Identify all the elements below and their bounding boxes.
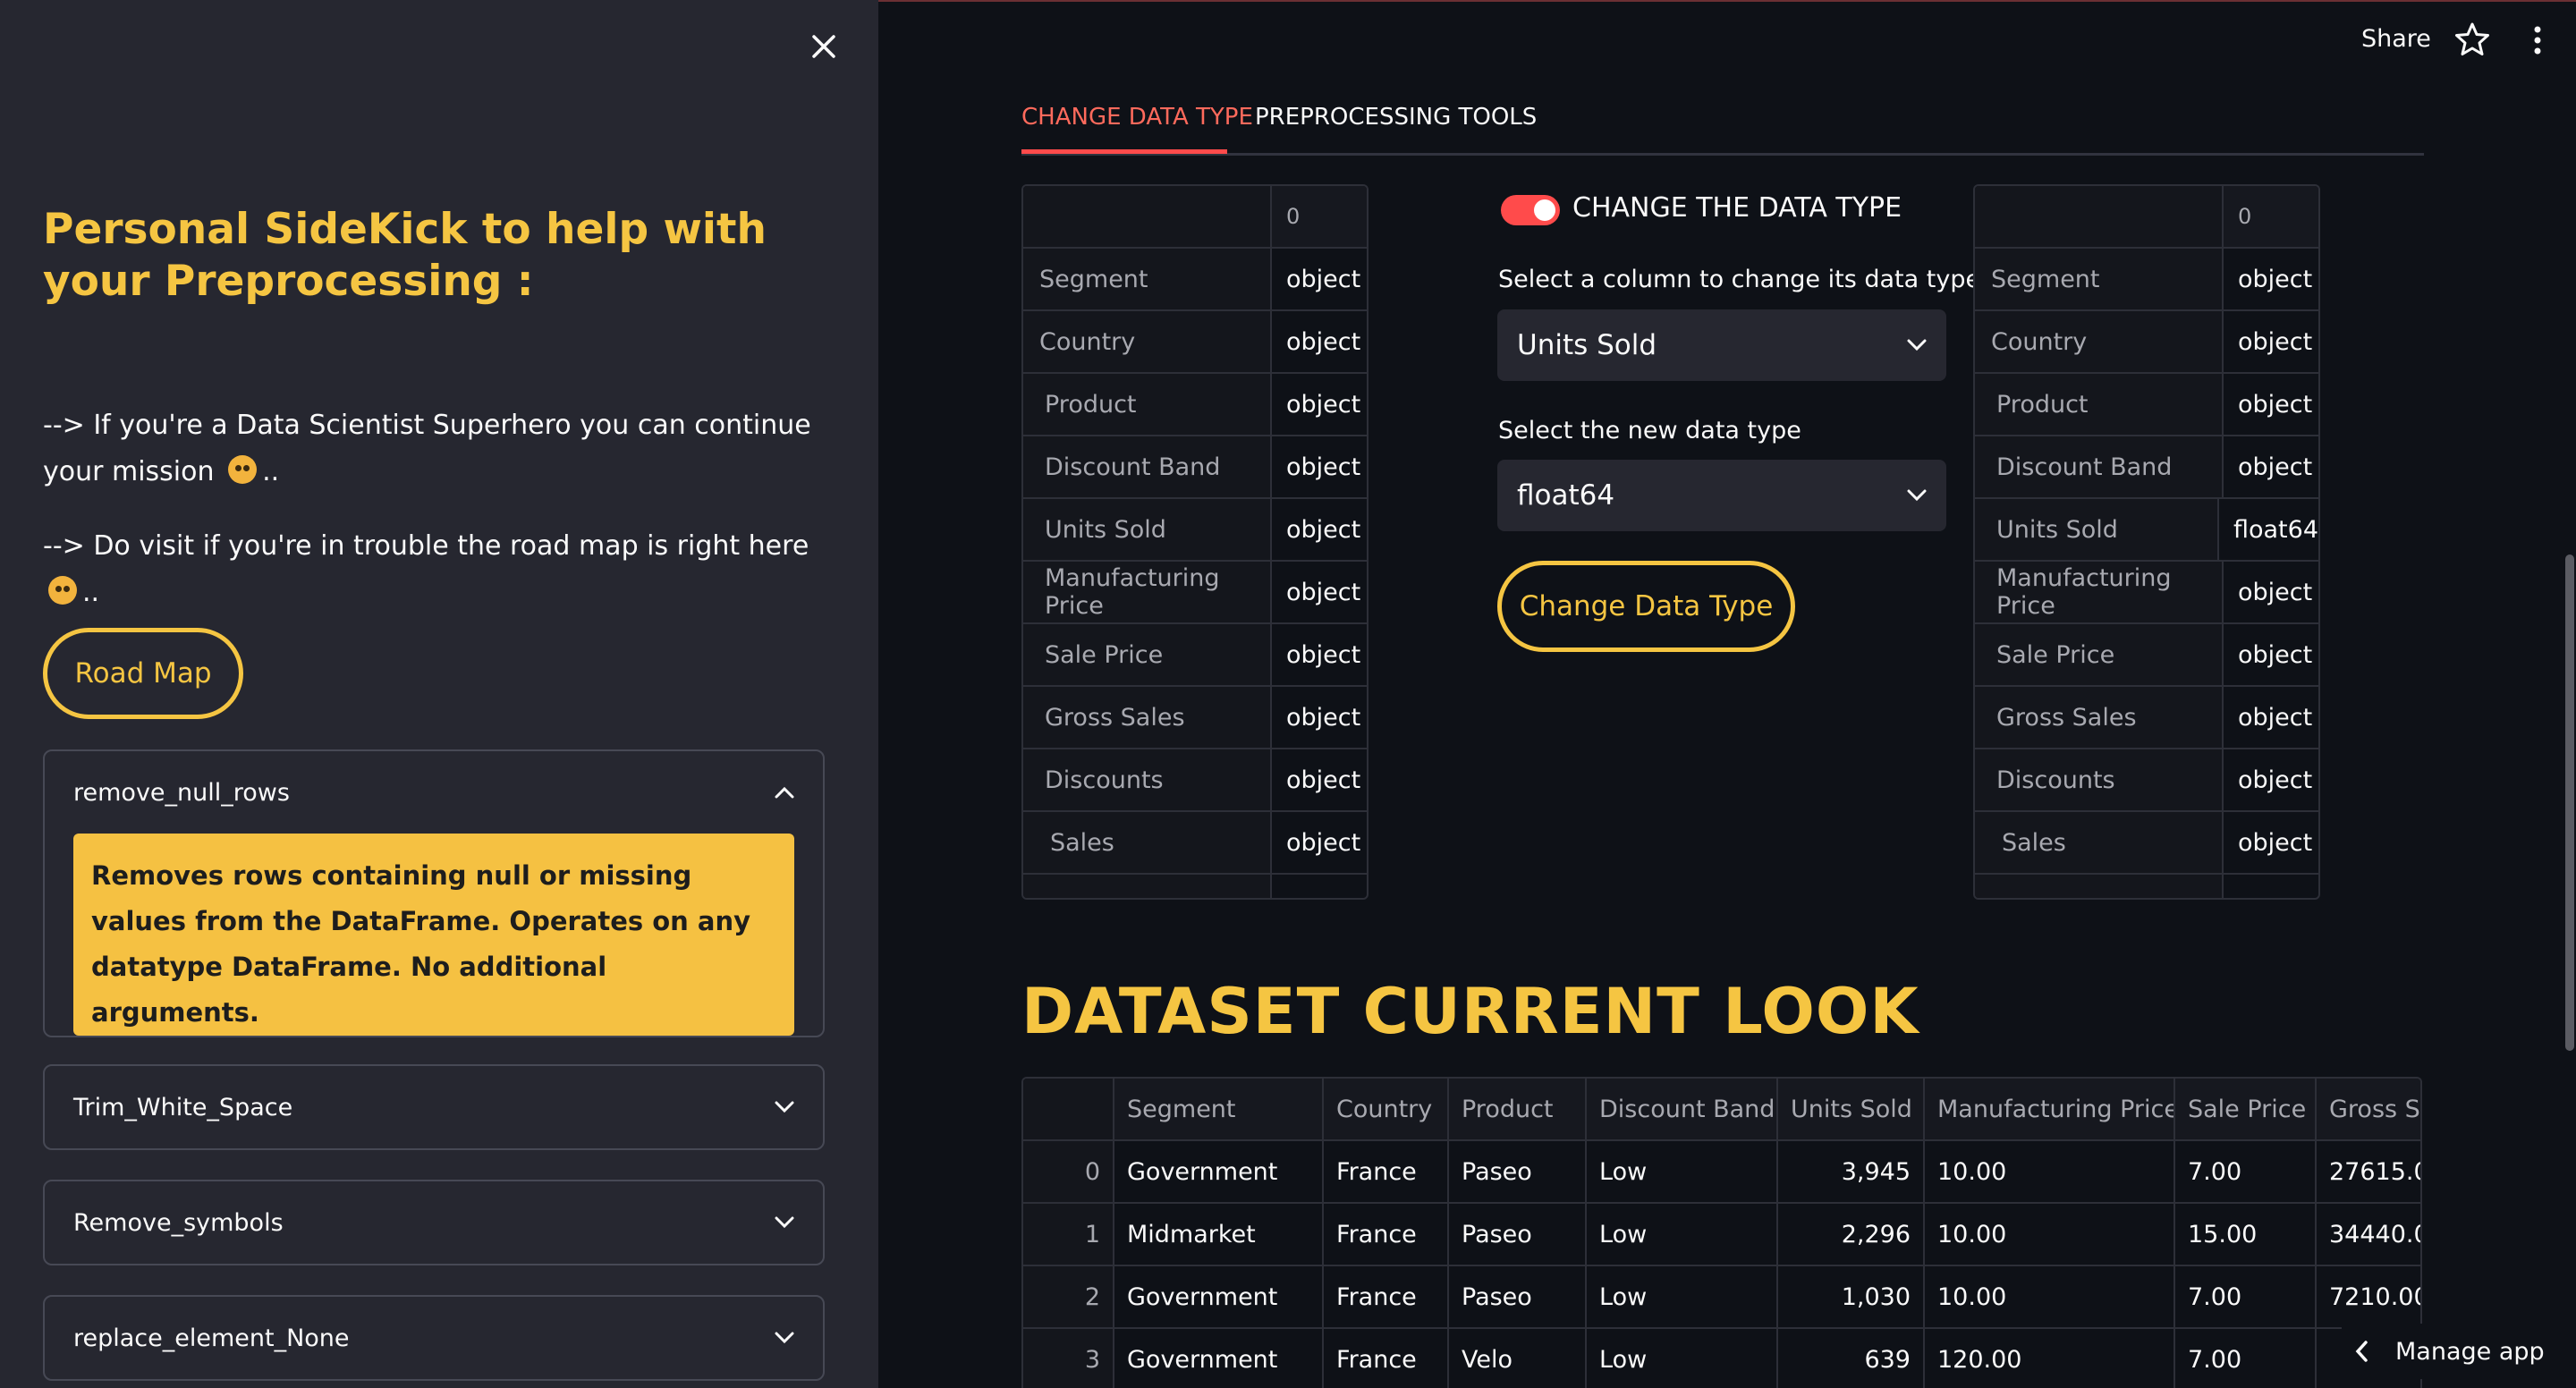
table-row: 3 Government France Velo Low 639 120.00 … xyxy=(1023,1329,2420,1388)
sidebar: Personal SideKick to help with your Prep… xyxy=(0,0,878,1388)
type-select-label: Select the new data type xyxy=(1498,417,1801,444)
expander-replace-element-none[interactable]: replace_element_None xyxy=(43,1295,825,1381)
table-row: Discount Band object xyxy=(1975,436,2318,499)
expander-label: remove_null_rows xyxy=(73,778,290,807)
table-row: Product object xyxy=(1975,374,2318,436)
column-header[interactable]: Units Sold xyxy=(1778,1079,1925,1139)
expander-header[interactable]: remove_null_rows xyxy=(45,751,823,834)
tab-change-data-type[interactable]: CHANGE DATA TYPE xyxy=(1021,104,1253,131)
star-icon[interactable] xyxy=(2454,21,2490,57)
expander-description: Removes rows containing null or missing … xyxy=(73,834,794,1036)
table-row: 1 Midmarket France Paseo Low 2,296 10.00… xyxy=(1023,1204,2420,1266)
sidebar-title: Personal SideKick to help with your Prep… xyxy=(43,205,767,306)
column-header[interactable]: Sale Price xyxy=(2175,1079,2317,1139)
column-header[interactable]: Segment xyxy=(1114,1079,1324,1139)
column-header: 0 xyxy=(2238,204,2252,229)
table-row: Country object xyxy=(1023,311,1367,374)
column-header[interactable]: Product xyxy=(1449,1079,1587,1139)
table-row: Country object xyxy=(1975,311,2318,374)
table-row: Segment object xyxy=(1975,249,2318,311)
chevron-down-icon xyxy=(775,1332,794,1344)
expander-label: Remove_symbols xyxy=(73,1208,284,1237)
expander-trim-white-space[interactable]: Trim_White_Space xyxy=(43,1064,825,1150)
table-header-row: Segment Country Product Discount Band Un… xyxy=(1023,1079,2420,1141)
table-row: Segment object xyxy=(1023,249,1367,311)
smiley-emoji-icon xyxy=(48,576,77,605)
table-row: Manufacturing Price object xyxy=(1023,562,1367,624)
table-row: Manufacturing Price object xyxy=(1975,562,2318,624)
column-header[interactable]: Manufacturing Price xyxy=(1925,1079,2175,1139)
column-select-value: Units Sold xyxy=(1517,329,1657,361)
close-sidebar-button[interactable] xyxy=(802,25,845,68)
column-select-label: Select a column to change its data type xyxy=(1498,266,1981,293)
table-row: Sale Price object xyxy=(1023,624,1367,687)
expander-label: replace_element_None xyxy=(73,1324,350,1352)
close-icon xyxy=(812,35,835,58)
table-row: Sale Price object xyxy=(1975,624,2318,687)
smiley-emoji-icon xyxy=(228,455,258,484)
road-map-button[interactable]: Road Map xyxy=(43,628,243,719)
toggle-label: CHANGE THE DATA TYPE xyxy=(1572,192,1902,224)
dataset-heading: DATASET CURRENT LOOK xyxy=(1021,975,1919,1048)
table-row xyxy=(1975,875,2318,898)
table-row: Discounts object xyxy=(1023,749,1367,812)
column-header[interactable]: Discount Band xyxy=(1587,1079,1778,1139)
table-row: Product object xyxy=(1023,374,1367,436)
table-row: Gross Sales object xyxy=(1023,687,1367,749)
manage-app-label: Manage app xyxy=(2395,1337,2545,1366)
page-scrollbar[interactable] xyxy=(2565,554,2574,1051)
expander-header[interactable]: replace_element_None xyxy=(45,1297,823,1379)
table-row: Sales object xyxy=(1023,812,1367,875)
change-data-type-button[interactable]: Change Data Type xyxy=(1497,561,1795,652)
chevron-down-icon xyxy=(1907,339,1927,351)
more-menu-icon[interactable] xyxy=(2522,25,2553,55)
chevron-left-icon xyxy=(2355,1341,2368,1362)
column-header[interactable]: Gross Sa xyxy=(2317,1079,2420,1139)
expander-header[interactable]: Trim_White_Space xyxy=(45,1066,823,1148)
table-row: Discount Band object xyxy=(1023,436,1367,499)
dtypes-table-after[interactable]: 0 Segment object Country object Product obj… xyxy=(1973,184,2320,900)
table-row: Units Sold float64 xyxy=(1975,499,2318,562)
tab-bar: CHANGE DATA TYPE PREPROCESSING TOOLS xyxy=(1021,98,2424,156)
column-select[interactable]: Units Sold xyxy=(1497,309,1946,381)
datatype-select[interactable]: float64 xyxy=(1497,460,1946,531)
table-row: 2 Government France Paseo Low 1,030 10.0… xyxy=(1023,1266,2420,1329)
column-header[interactable]: Country xyxy=(1324,1079,1449,1139)
chevron-down-icon xyxy=(775,1101,794,1113)
column-header: 0 xyxy=(1286,204,1301,229)
expander-header[interactable]: Remove_symbols xyxy=(45,1181,823,1264)
table-header-row: 0 xyxy=(1023,186,1367,249)
expander-remove-null-rows: remove_null_rows Removes rows containing… xyxy=(43,749,825,1037)
sidebar-paragraph-mission: --> If you're a Data Scientist Superhero… xyxy=(43,410,811,487)
table-row: 0 Government France Paseo Low 3,945 10.0… xyxy=(1023,1141,2420,1204)
change-data-type-toggle[interactable] xyxy=(1501,195,1560,225)
table-row xyxy=(1023,875,1367,898)
tab-preprocessing-tools[interactable]: PREPROCESSING TOOLS xyxy=(1255,104,1537,131)
chevron-up-icon xyxy=(775,786,794,799)
table-header-row: 0 xyxy=(1975,186,2318,249)
table-row: Sales object xyxy=(1975,812,2318,875)
datatype-select-value: float64 xyxy=(1517,479,1615,512)
table-row: Units Sold object xyxy=(1023,499,1367,562)
manage-app-button[interactable]: Manage app xyxy=(2342,1324,2576,1379)
expander-label: Trim_White_Space xyxy=(73,1093,293,1121)
active-tab-indicator xyxy=(1021,149,1227,154)
expander-remove-symbols[interactable]: Remove_symbols xyxy=(43,1180,825,1265)
chevron-down-icon xyxy=(775,1216,794,1229)
table-row: Gross Sales object xyxy=(1975,687,2318,749)
sidebar-paragraph-roadmap: --> Do visit if you're in trouble the ro… xyxy=(43,530,809,608)
chevron-down-icon xyxy=(1907,489,1927,502)
table-row: Discounts object xyxy=(1975,749,2318,812)
dataset-table[interactable]: Segment Country Product Discount Band Un… xyxy=(1021,1077,2422,1388)
dtypes-table-before[interactable]: 0 Segment object Country object Product obj… xyxy=(1021,184,1368,900)
share-button[interactable]: Share xyxy=(2361,25,2431,53)
